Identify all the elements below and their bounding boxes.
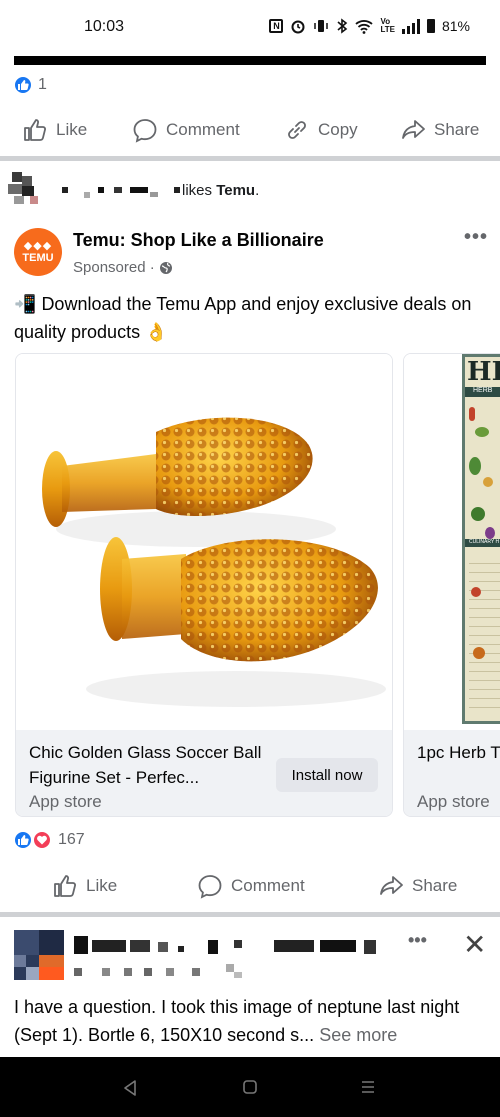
copy-label: Copy (318, 120, 358, 139)
likes-text: likes (182, 182, 213, 199)
share-icon (380, 876, 403, 895)
friend-avatar-pixelated[interactable] (8, 172, 42, 206)
advertiser-name[interactable]: Temu: Shop Like a Billionaire (73, 230, 324, 251)
comment-icon (133, 119, 157, 143)
signal-icon (401, 18, 420, 34)
like-reaction-icon[interactable] (13, 830, 33, 850)
friend-name-pixelated[interactable] (58, 184, 180, 200)
share-label: Share (412, 876, 458, 895)
vibrate-icon (314, 20, 329, 32)
nfc-icon: N (269, 19, 284, 33)
social-context: likes Temu. (182, 182, 259, 199)
temu-logo-mark: ◆◆◆ (23, 239, 53, 252)
temu-logo-text: TEMU (22, 251, 54, 264)
share-icon (402, 120, 425, 139)
volte-icon: Vo LTE (380, 17, 395, 34)
poster-sub: HERB (465, 387, 500, 397)
menu-icon[interactable] (360, 1079, 376, 1095)
comment-icon (198, 875, 222, 899)
prev-post-action-bar: Like Comment Copy Share (0, 110, 500, 150)
share-label: Share (434, 120, 480, 139)
post-separator (0, 156, 500, 161)
comment-button[interactable]: Comment (132, 117, 240, 143)
battery-icon (426, 19, 435, 33)
ok-hand-emoji: 👌 (145, 322, 168, 342)
carousel-card-1[interactable]: Chic Golden Glass Soccer Ball Figurine S… (15, 353, 393, 817)
install-now-button[interactable]: Install now (276, 758, 378, 792)
more-options-button[interactable]: ••• (408, 930, 427, 951)
herb-poster: HE HERB CULINARY H (462, 354, 500, 724)
battery-percent: 81% (441, 18, 470, 34)
share-button[interactable]: Share (378, 873, 457, 899)
card-footer: 1pc Herb Tin Sign H App store (404, 730, 500, 816)
alarm-icon (291, 20, 305, 34)
like-label: Like (56, 120, 88, 139)
poster-heading: HE (467, 357, 500, 387)
comment-label: Comment (231, 876, 305, 895)
likes-suffix: . (255, 182, 260, 199)
share-button[interactable]: Share (400, 117, 479, 143)
temu-logo-avatar[interactable]: ◆◆◆ TEMU (14, 228, 62, 276)
phone-arrow-emoji: 📲 (14, 294, 37, 314)
copy-button[interactable]: Copy (284, 117, 358, 143)
more-options-button[interactable]: ••• (464, 226, 488, 249)
see-more-link[interactable]: See more (319, 1025, 397, 1045)
poster-section: CULINARY H (465, 539, 500, 547)
like-button[interactable]: Like (22, 117, 87, 143)
carousel-card-2[interactable]: HE HERB CULINARY H 1pc Herb Tin Sign H A… (403, 353, 500, 817)
status-icons: N Vo LTE 81% (269, 18, 470, 34)
comment-label: Comment (166, 120, 240, 139)
link-icon (288, 121, 306, 139)
globe-icon (159, 261, 172, 274)
like-button[interactable]: Like (52, 873, 117, 899)
love-reaction-icon[interactable] (32, 830, 52, 850)
ad-body-copy: Download the Temu App and enjoy exclusiv… (14, 294, 472, 342)
like-reaction-icon[interactable] (13, 75, 33, 95)
close-post-button[interactable]: ✕ (463, 928, 486, 961)
post-meta-pixelated[interactable] (74, 964, 254, 978)
home-icon[interactable] (242, 1079, 258, 1095)
product-image-glass-figurine[interactable] (16, 354, 392, 730)
wifi-icon (355, 19, 374, 34)
thumbs-up-icon (24, 119, 46, 141)
liked-page-link[interactable]: Temu (216, 182, 255, 199)
thumbs-up-icon (54, 875, 76, 897)
status-bar: 10:03 N Vo LTE 81% (0, 0, 500, 56)
product-image-herb-tin-sign[interactable]: HE HERB CULINARY H (404, 354, 500, 730)
back-icon[interactable] (122, 1079, 138, 1097)
card-source: App store (417, 792, 490, 811)
card-footer: Chic Golden Glass Soccer Ball Figurine S… (16, 730, 392, 816)
sponsored-text: Sponsored · (73, 259, 155, 276)
status-time: 10:03 (84, 18, 125, 35)
ad-body-text: 📲 Download the Temu App and enjoy exclus… (14, 290, 484, 346)
like-label: Like (86, 876, 118, 895)
author-avatar-pixelated[interactable] (14, 930, 64, 980)
author-name-pixelated[interactable] (74, 936, 394, 956)
post-separator (0, 912, 500, 917)
reaction-count[interactable]: 1 (38, 76, 47, 94)
previous-post-media[interactable] (14, 56, 486, 65)
product-title[interactable]: 1pc Herb Tin Sign H (417, 740, 500, 765)
reaction-count[interactable]: 167 (58, 831, 85, 849)
bluetooth-icon (337, 18, 348, 34)
card-source: App store (29, 792, 102, 811)
comment-button[interactable]: Comment (197, 873, 305, 899)
sponsored-label[interactable]: Sponsored · (73, 259, 173, 276)
product-title[interactable]: Chic Golden Glass Soccer Ball Figurine S… (29, 740, 269, 790)
android-nav-bar (0, 1057, 500, 1117)
post-text: I have a question. I took this image of … (14, 993, 488, 1049)
ad-post-action-bar: Like Comment Share (0, 866, 500, 906)
